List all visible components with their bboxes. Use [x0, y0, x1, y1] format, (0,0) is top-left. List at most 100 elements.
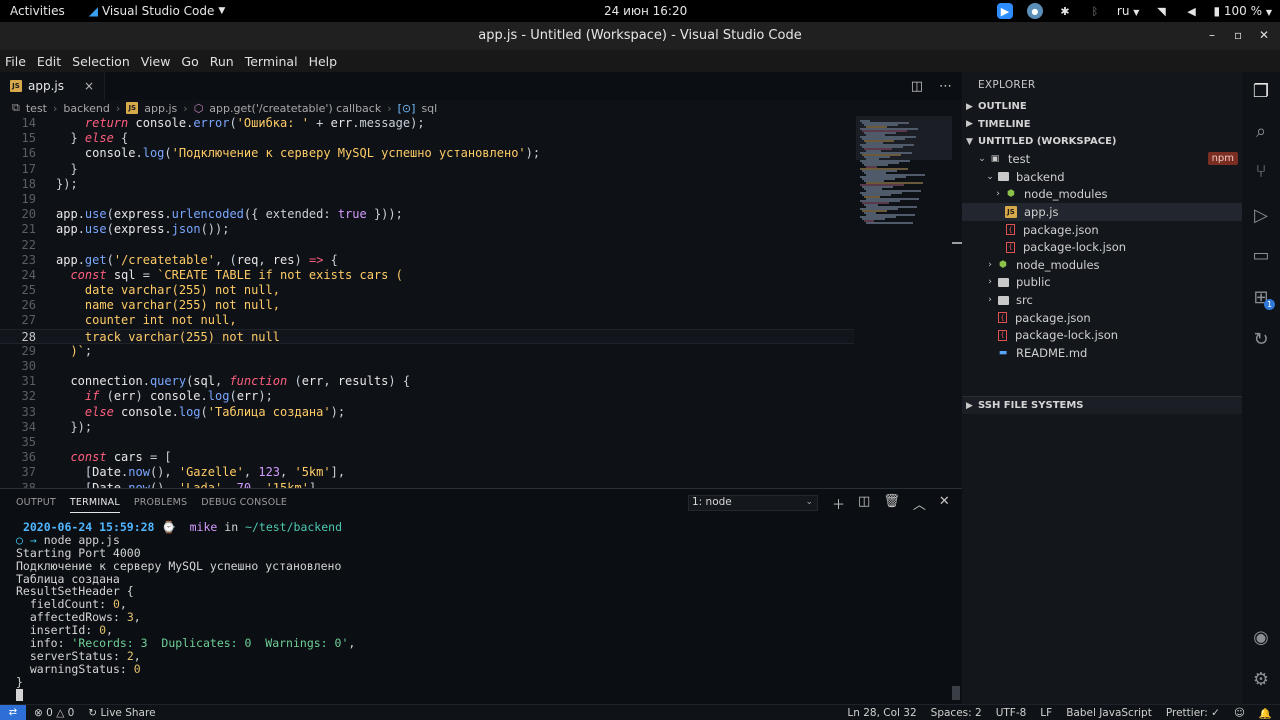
feedback-icon[interactable]: ☺: [1234, 707, 1245, 719]
code-line[interactable]: 30: [0, 359, 854, 374]
tab-app-js[interactable]: JS app.js ×: [0, 72, 106, 100]
remote-explorer-icon[interactable]: ▭: [1250, 244, 1272, 266]
code-line[interactable]: 28 track varchar(255) not null: [0, 328, 854, 344]
code-line[interactable]: 25 date varchar(255) not null,: [0, 283, 854, 298]
tree-item[interactable]: › ⬢ node_modules: [962, 256, 1242, 274]
tree-item[interactable]: {package-lock.json: [962, 238, 1242, 256]
prettier-status[interactable]: Prettier: ✓: [1166, 707, 1220, 719]
code-line[interactable]: 21 app.use(express.json());: [0, 222, 854, 237]
wifi-icon[interactable]: ◥: [1153, 3, 1169, 19]
code-line[interactable]: 31 connection.query(sql, function (err, …: [0, 374, 854, 389]
breadcrumb-item[interactable]: sql: [421, 102, 437, 115]
tree-item[interactable]: {package.json: [962, 221, 1242, 239]
tree-item[interactable]: ⌄ ▣ test npm: [962, 151, 1242, 169]
code-line[interactable]: 27 counter int not null,: [0, 313, 854, 328]
npm-badge[interactable]: npm: [1207, 151, 1238, 165]
update-icon[interactable]: ●: [1026, 3, 1043, 19]
remote-indicator-icon[interactable]: ⇄: [0, 704, 26, 720]
code-line[interactable]: 14 return console.error('Ошибка: ' + err…: [0, 116, 854, 131]
breadcrumb-item[interactable]: test: [26, 102, 47, 115]
code-line[interactable]: 22: [0, 238, 854, 253]
minimize-icon[interactable]: –: [1209, 28, 1215, 42]
code-line[interactable]: 19: [0, 192, 854, 207]
maximize-icon[interactable]: ▫: [1234, 28, 1242, 42]
code-line[interactable]: 34 });: [0, 420, 854, 435]
minimap[interactable]: [856, 116, 952, 488]
menu-view[interactable]: View: [136, 54, 177, 69]
cursor-position[interactable]: Ln 28, Col 32: [847, 707, 916, 719]
live-share-icon[interactable]: ↻: [1250, 328, 1272, 350]
close-panel-icon[interactable]: ✕: [939, 494, 950, 513]
account-icon[interactable]: ◉: [1250, 626, 1272, 648]
battery-indicator[interactable]: ▮ 100 % ▼: [1213, 4, 1272, 18]
code-editor[interactable]: 14 return console.error('Ошибка: ' + err…: [0, 116, 854, 488]
bell-icon[interactable]: 🔔: [1259, 707, 1272, 720]
indentation[interactable]: Spaces: 2: [931, 707, 982, 719]
gear-icon[interactable]: ⚙: [1250, 668, 1272, 690]
code-line[interactable]: 32 if (err) console.log(err);: [0, 389, 854, 404]
maximize-panel-icon[interactable]: ︿: [913, 494, 926, 513]
code-line[interactable]: 35: [0, 435, 854, 450]
volume-icon[interactable]: ◀: [1183, 3, 1199, 19]
tab-debug-console[interactable]: DEBUG CONSOLE: [201, 497, 287, 508]
menu-file[interactable]: File: [0, 54, 32, 69]
slack-icon[interactable]: ✱: [1057, 3, 1073, 19]
explorer-icon[interactable]: ❐: [1250, 80, 1272, 102]
terminal-output[interactable]: 2020-06-24 15:59:28 ⌚ mike in ~/test/bac…: [16, 521, 946, 702]
source-control-icon[interactable]: ⑂: [1250, 160, 1272, 182]
language-mode[interactable]: Babel JavaScript: [1066, 707, 1152, 719]
more-actions-icon[interactable]: ⋯: [939, 79, 952, 94]
close-window-icon[interactable]: ✕: [1259, 28, 1269, 42]
code-line[interactable]: 26 name varchar(255) not null,: [0, 298, 854, 313]
tree-item[interactable]: {package-lock.json: [962, 326, 1242, 344]
app-menu[interactable]: ◢ Visual Studio Code ▼: [89, 4, 226, 18]
menu-go[interactable]: Go: [176, 54, 204, 69]
tree-item[interactable]: › ⬢ node_modules: [962, 186, 1242, 204]
activities-button[interactable]: Activities: [0, 4, 75, 18]
trash-icon[interactable]: 🗑: [883, 494, 900, 513]
terminal-select[interactable]: 1: node ⌄: [688, 495, 818, 511]
tree-item[interactable]: {package.json: [962, 309, 1242, 327]
code-line[interactable]: 17 }: [0, 162, 854, 177]
close-icon[interactable]: ×: [84, 79, 94, 93]
menu-terminal[interactable]: Terminal: [240, 54, 304, 69]
end-of-line[interactable]: LF: [1040, 707, 1052, 719]
code-line[interactable]: 20 app.use(express.urlencoded({ extended:…: [0, 207, 854, 222]
code-line[interactable]: 37 [Date.now(), 'Gazelle', 123, '5km'],: [0, 465, 854, 480]
menu-selection[interactable]: Selection: [67, 54, 136, 69]
tree-item[interactable]: JS app.js: [962, 203, 1242, 221]
split-terminal-icon[interactable]: ◫: [858, 494, 870, 513]
clock[interactable]: 24 июн 16:20: [604, 4, 687, 18]
ssh-file-systems-section[interactable]: ▶ SSH FILE SYSTEMS: [962, 396, 1242, 414]
tree-item[interactable]: › public: [962, 274, 1242, 292]
outline-section[interactable]: ▶ OUTLINE: [962, 98, 1242, 116]
code-line[interactable]: 36 const cars = [: [0, 450, 854, 465]
tab-terminal[interactable]: TERMINAL: [69, 497, 120, 513]
menu-edit[interactable]: Edit: [32, 54, 67, 69]
language-indicator[interactable]: ru ▼: [1117, 4, 1140, 18]
code-line[interactable]: 23 app.get('/createtable', (req, res) => …: [0, 253, 854, 268]
search-icon[interactable]: ⌕: [1250, 120, 1272, 142]
bluetooth-icon[interactable]: ᛒ: [1087, 3, 1103, 19]
extensions-icon[interactable]: ⊞ 1: [1250, 286, 1275, 310]
tab-output[interactable]: OUTPUT: [16, 497, 56, 508]
run-debug-icon[interactable]: ▷: [1250, 204, 1272, 226]
breadcrumb-item[interactable]: app.get('/createtable') callback: [209, 102, 381, 115]
code-line[interactable]: 33 else console.log('Таблица создана');: [0, 405, 854, 420]
live-share-button[interactable]: ↻ Live Share: [88, 707, 155, 719]
tree-item[interactable]: › src: [962, 291, 1242, 309]
tab-problems[interactable]: PROBLEMS: [134, 497, 187, 508]
code-line[interactable]: 18});: [0, 177, 854, 192]
window-titlebar[interactable]: app.js - Untitled (Workspace) - Visual S…: [0, 22, 1280, 50]
code-line[interactable]: 24 const sql = `CREATE TABLE if not exis…: [0, 268, 854, 283]
timeline-section[interactable]: ▶ TIMELINE: [962, 116, 1242, 134]
breadcrumb-item[interactable]: app.js: [144, 102, 177, 115]
code-line[interactable]: 15 } else {: [0, 131, 854, 146]
tree-item[interactable]: ▬ README.md: [962, 344, 1242, 362]
new-terminal-icon[interactable]: ＋: [832, 494, 845, 513]
tree-item[interactable]: ⌄ backend: [962, 168, 1242, 186]
zoom-icon[interactable]: ▶: [996, 3, 1013, 19]
encoding[interactable]: UTF-8: [996, 707, 1027, 719]
menu-help[interactable]: Help: [304, 54, 344, 69]
problems-indicator[interactable]: ⊗ 0 △ 0: [34, 707, 74, 719]
